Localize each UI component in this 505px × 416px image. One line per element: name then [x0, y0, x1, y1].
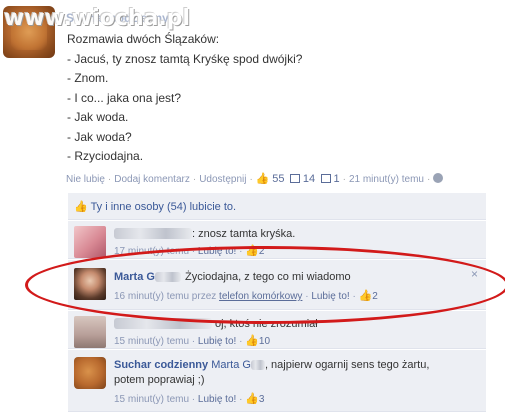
comment-item: oj, ktoś nie zrozumiał 15 minut(y) temu …: [68, 311, 486, 349]
comment-author[interactable]: Marta G: [114, 271, 155, 283]
post-line: - Znom.: [67, 71, 109, 85]
likes-summary: 👍 Ty i inne osoby (54) lubicie to.: [68, 193, 486, 220]
post-line: - Rzyciodajna.: [67, 149, 144, 163]
mention-link[interactable]: Marta G: [211, 359, 251, 371]
comment-likes[interactable]: 3: [259, 394, 265, 405]
mobile-link[interactable]: telefon komórkowy: [219, 291, 302, 302]
comment-text-row: : znosz tamta kryśka.: [114, 227, 456, 242]
post-actions: Nie lubię · Dodaj komentarz · Udostępnij · 👍 5…: [66, 172, 444, 185]
blurred-name: [154, 272, 181, 282]
thumbs-up-icon: 👍: [358, 290, 373, 302]
comment-text-row: Suchar codzienny Marta G, najpierw ogarn…: [114, 358, 456, 388]
comment-meta: 16 minut(y) temu przez telefon komórkowy…: [114, 290, 378, 302]
thumbs-up-icon: 👍: [255, 173, 270, 185]
comment-likes[interactable]: 2: [259, 246, 265, 257]
comment-time[interactable]: 17 minut(y) temu: [114, 246, 189, 257]
post-body: Rozmawia dwóch Ślązaków: - Jacuś, ty zno…: [67, 30, 302, 167]
share-link[interactable]: Udostępnij: [199, 174, 246, 185]
globe-icon: [433, 173, 444, 183]
comment-item: Suchar codzienny Marta G, najpierw ogarn…: [68, 350, 486, 412]
post-line: - Jacuś, ty znosz tamtą Kryśkę spod dwój…: [67, 51, 303, 66]
comment-text: Życiodajna, z tego co mi wiadomo: [184, 271, 351, 283]
post-line: - I co... jaka ona jest?: [67, 90, 182, 105]
like-link[interactable]: Lubię to!: [311, 291, 349, 302]
comment-text-row: oj, ktoś nie zrozumiał: [114, 317, 456, 332]
post-line: - Jak woda.: [67, 110, 129, 124]
comment-item: Marta G Życiodajna, z tego co mi wiadomo …: [68, 260, 486, 310]
close-icon[interactable]: ×: [471, 267, 478, 281]
thumbs-up-icon: 👍: [245, 245, 259, 257]
comment-icon: [290, 174, 301, 183]
post-timestamp[interactable]: 21 minut(y) temu: [349, 174, 424, 185]
comment-avatar[interactable]: [74, 226, 106, 258]
post-line: Rozmawia dwóch Ślązaków:: [67, 32, 220, 46]
comment-time[interactable]: 16 minut(y) temu przez: [114, 291, 216, 302]
blurred-name: [250, 360, 265, 370]
comment-text: oj, ktoś nie zrozumiał: [215, 318, 318, 330]
like-link[interactable]: Lubię to!: [198, 394, 236, 405]
post-line: - Jak woda?: [67, 129, 132, 144]
comment-meta: 15 minut(y) temu · Lubię to! · 👍3: [114, 393, 265, 405]
add-comment-link[interactable]: Dodaj komentarz: [114, 174, 190, 185]
comment-meta: 15 minut(y) temu · Lubię to! · 👍10: [114, 335, 271, 347]
like-link[interactable]: Lubię to!: [198, 246, 236, 257]
comment-time[interactable]: 15 minut(y) temu: [114, 394, 189, 405]
shares-count[interactable]: 1: [333, 173, 339, 185]
comment-avatar[interactable]: [74, 268, 106, 300]
comments-count[interactable]: 14: [303, 173, 315, 185]
comment-text: : znosz tamta kryśka.: [192, 228, 296, 240]
watermark-logo: www.wiocha.pl: [4, 6, 191, 31]
comment-text-row: Marta G Życiodajna, z tego co mi wiadomo: [114, 270, 456, 285]
likes-summary-text[interactable]: Ty i inne osoby (54) lubicie to.: [91, 201, 237, 213]
thumbs-up-icon: 👍: [74, 201, 88, 213]
share-icon: [320, 174, 331, 183]
comment-time[interactable]: 15 minut(y) temu: [114, 336, 189, 347]
blurred-name: [114, 228, 192, 239]
comment-avatar[interactable]: [74, 316, 106, 348]
comment-author[interactable]: Suchar codzienny: [114, 359, 208, 371]
comment-avatar[interactable]: [74, 357, 106, 389]
likes-count[interactable]: 55: [272, 173, 284, 185]
unlike-link[interactable]: Nie lubię: [66, 174, 105, 185]
blurred-name: [114, 318, 212, 329]
like-link[interactable]: Lubię to!: [198, 336, 236, 347]
comment-likes[interactable]: 2: [372, 291, 378, 302]
thumbs-up-icon: 👍: [245, 393, 259, 405]
comment-item: : znosz tamta kryśka. 17 minut(y) temu ·…: [68, 221, 486, 259]
comment-meta: 17 minut(y) temu · Lubię to! · 👍2: [114, 245, 265, 257]
thumbs-up-icon: 👍: [245, 335, 259, 347]
comment-likes[interactable]: 10: [259, 336, 270, 347]
